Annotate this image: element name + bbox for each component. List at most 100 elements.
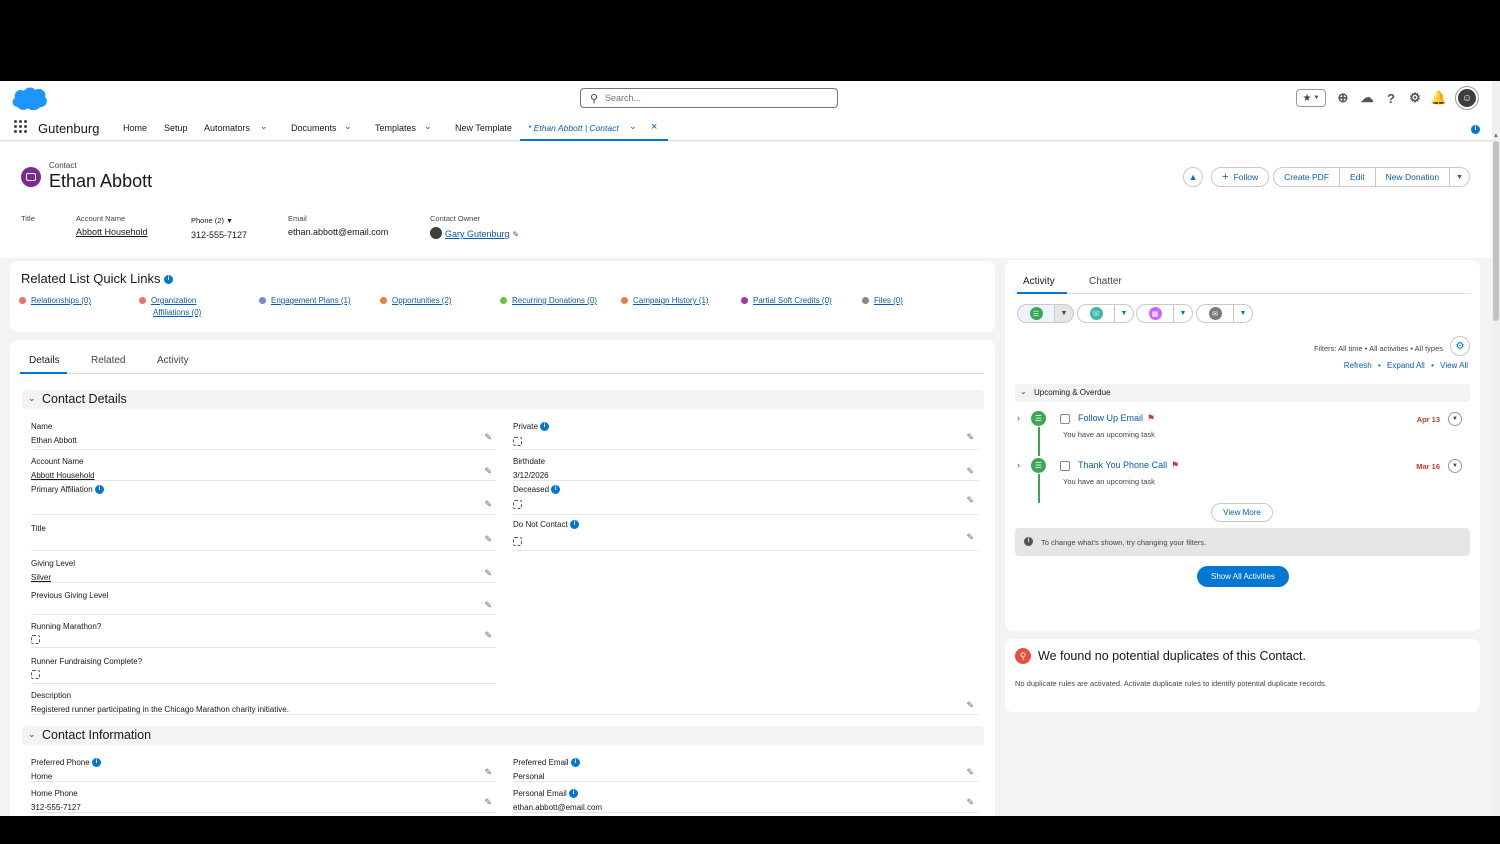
task-checkbox[interactable]	[1060, 414, 1070, 424]
chevron-down-icon[interactable]: ⌄	[344, 121, 352, 132]
edit-pencil-icon[interactable]: ✎	[966, 495, 974, 506]
giving-level-link[interactable]: Silver	[31, 573, 51, 582]
info-icon[interactable]: i	[570, 758, 580, 768]
tab-related[interactable]: Related	[91, 355, 125, 366]
quick-link-campaign-history[interactable]: Campaign History (1)	[621, 295, 709, 307]
quick-link-recurring-donations[interactable]: Recurring Donations (0)	[500, 295, 597, 307]
chevron-down-icon[interactable]: ▼	[1174, 304, 1193, 323]
edit-pencil-icon[interactable]: ✎	[484, 797, 492, 808]
edit-pencil-icon[interactable]: ✎	[484, 499, 492, 510]
edit-pencil-icon[interactable]: ✎	[484, 534, 492, 545]
scroll-up-icon[interactable]: ▲	[1493, 133, 1499, 139]
filter-settings-gear-icon[interactable]: ⚙	[1450, 336, 1470, 356]
help-icon[interactable]: ?	[1384, 91, 1398, 106]
edit-pencil-icon[interactable]: ✎	[966, 532, 974, 543]
setup-gear-icon[interactable]: ⚙	[1408, 90, 1422, 105]
task-title-link[interactable]: Thank You Phone Call	[1078, 460, 1167, 470]
tab-details[interactable]: Details	[29, 355, 60, 366]
nav-tab-ethan-abbott[interactable]: * Ethan Abbott | Contact ⌄ ×	[520, 117, 668, 141]
avatar-icon[interactable]: ☺	[1456, 87, 1478, 109]
app-launcher-icon[interactable]	[14, 120, 27, 133]
home-phone-link[interactable]: 312-555-7127	[31, 803, 81, 812]
chevron-down-icon[interactable]: ⌄	[629, 121, 637, 132]
chevron-right-icon[interactable]: ›	[1017, 460, 1020, 470]
bell-icon[interactable]: 🔔	[1431, 90, 1447, 105]
log-call-button[interactable]: ☏	[1077, 304, 1115, 323]
chevron-down-icon[interactable]: ▼	[1115, 304, 1134, 323]
email-button[interactable]: ✉	[1196, 304, 1234, 323]
phone-link[interactable]: 312-555-7127	[191, 230, 247, 240]
edit-pencil-icon[interactable]: ✎	[484, 630, 492, 641]
salesforce-logo[interactable]	[10, 85, 48, 112]
edit-pencil-icon[interactable]: ✎	[966, 466, 974, 477]
info-icon[interactable]: i	[164, 275, 174, 285]
edit-pencil-icon[interactable]: ✎	[966, 767, 974, 778]
quick-link-files[interactable]: Files (0)	[862, 295, 903, 307]
edit-pencil-icon[interactable]: ✎	[484, 466, 492, 477]
edit-pencil-icon[interactable]: ✎	[484, 767, 492, 778]
upcoming-overdue-header[interactable]: ⌄ Upcoming & Overdue	[1015, 384, 1470, 402]
nav-item-new-template[interactable]: New Template	[455, 123, 512, 133]
more-actions-button[interactable]: ▼	[1450, 167, 1470, 187]
chevron-down-icon[interactable]: ▼	[1055, 304, 1074, 323]
info-icon[interactable]: i	[1471, 125, 1480, 134]
account-name-link[interactable]: Abbott Household	[31, 471, 95, 480]
info-icon[interactable]: i	[94, 485, 104, 495]
chevron-down-icon[interactable]: ▼	[1448, 459, 1462, 473]
tab-activity-feed[interactable]: Activity	[1023, 276, 1055, 287]
account-name-link[interactable]: Abbott Household	[76, 227, 148, 237]
section-contact-details[interactable]: ⌄ Contact Details	[22, 390, 984, 409]
quick-link-partial-soft-credits[interactable]: Partial Soft Credits (0)	[741, 295, 832, 307]
chevron-down-icon[interactable]: ▼	[1234, 304, 1253, 323]
view-more-button[interactable]: View More	[1211, 503, 1273, 522]
edit-pencil-icon[interactable]: ✎	[484, 432, 492, 443]
nav-item-setup[interactable]: Setup	[164, 123, 188, 133]
expand-all-link[interactable]: Expand All	[1387, 361, 1425, 370]
page-scrollbar[interactable]: ▲	[1492, 81, 1500, 816]
info-icon[interactable]: i	[569, 789, 579, 799]
new-event-button[interactable]: ▦	[1136, 304, 1174, 323]
nav-item-automators[interactable]: Automators	[204, 123, 250, 133]
favorites-button[interactable]: ★ ▼	[1296, 89, 1326, 107]
create-pdf-button[interactable]: Create PDF	[1273, 167, 1341, 187]
task-checkbox[interactable]	[1060, 461, 1070, 471]
new-task-button[interactable]: ☰	[1017, 304, 1055, 323]
section-contact-information[interactable]: ⌄ Contact Information	[22, 726, 984, 745]
info-icon[interactable]: i	[551, 485, 561, 495]
task-title-link[interactable]: Follow Up Email	[1078, 413, 1143, 423]
chevron-right-icon[interactable]: ›	[1017, 413, 1020, 423]
refresh-link[interactable]: Refresh	[1344, 361, 1372, 370]
quick-link-engagement-plans[interactable]: Engagement Plans (1)	[259, 295, 351, 307]
nav-item-home[interactable]: Home	[123, 123, 147, 133]
scrollbar-thumb[interactable]	[1493, 141, 1499, 321]
follow-button[interactable]: + Follow	[1211, 167, 1270, 187]
edit-pencil-icon[interactable]: ✎	[966, 432, 974, 443]
search-input[interactable]	[605, 91, 833, 105]
chevron-down-icon[interactable]: ▼	[1448, 412, 1462, 426]
view-all-link[interactable]: View All	[1440, 361, 1468, 370]
change-owner-icon[interactable]: ✎	[513, 230, 520, 239]
edit-pencil-icon[interactable]: ✎	[966, 700, 974, 711]
quick-link-relationships[interactable]: Relationships (0)	[19, 295, 91, 307]
trailhead-icon[interactable]: ☁	[1360, 90, 1374, 105]
nav-item-documents[interactable]: Documents	[291, 123, 337, 133]
info-icon[interactable]: i	[569, 520, 579, 530]
personal-email-link[interactable]: ethan.abbott@email.com	[513, 803, 602, 812]
hierarchy-icon[interactable]: ▲	[1183, 167, 1204, 187]
tab-chatter[interactable]: Chatter	[1089, 276, 1122, 287]
edit-pencil-icon[interactable]: ✎	[484, 600, 492, 611]
info-icon[interactable]: i	[91, 758, 101, 768]
contact-owner-link[interactable]: Gary Gutenburg	[445, 229, 510, 239]
global-search[interactable]: ⚲	[580, 88, 838, 108]
email-link[interactable]: ethan.abbott@email.com	[288, 227, 388, 237]
edit-pencil-icon[interactable]: ✎	[966, 797, 974, 808]
show-all-activities-button[interactable]: Show All Activities	[1197, 566, 1289, 587]
phone-dropdown[interactable]: Phone (2) ▼	[191, 216, 247, 225]
close-icon[interactable]: ×	[651, 121, 657, 133]
nav-item-templates[interactable]: Templates	[375, 123, 416, 133]
edit-pencil-icon[interactable]: ✎	[484, 568, 492, 579]
quick-link-opportunities[interactable]: Opportunities (2)	[380, 295, 452, 307]
quick-link-organization-affiliations[interactable]: Organization Affiliations (0)	[139, 295, 201, 319]
chevron-down-icon[interactable]: ⌄	[260, 121, 268, 132]
chevron-down-icon[interactable]: ⌄	[424, 121, 432, 132]
